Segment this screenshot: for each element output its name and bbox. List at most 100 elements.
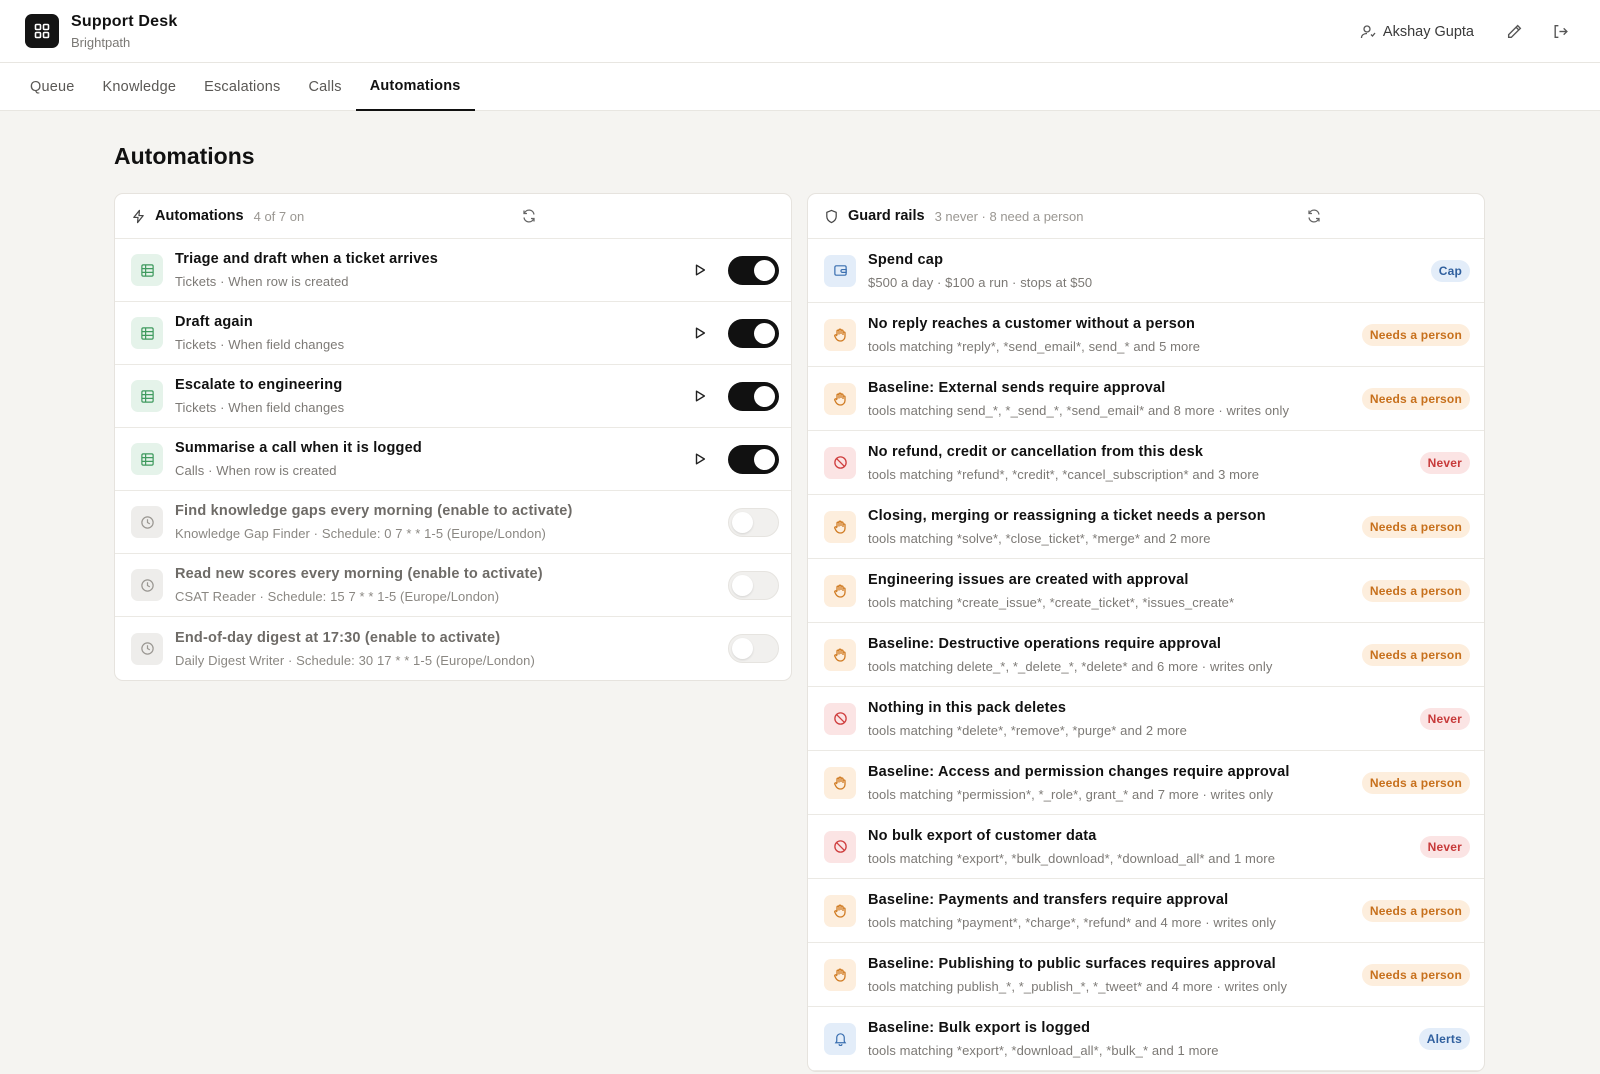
enable-toggle[interactable] xyxy=(728,634,779,663)
run-now-button[interactable] xyxy=(693,389,707,403)
guardrail-row[interactable]: Baseline: Payments and transfers require… xyxy=(808,879,1484,943)
status-badge: Needs a person xyxy=(1361,899,1470,922)
guardrail-row[interactable]: Baseline: External sends require approva… xyxy=(808,367,1484,431)
guardrail-row[interactable]: Nothing in this pack deletes tools matchi… xyxy=(808,687,1484,751)
automation-row: Summarise a call when it is logged Calls … xyxy=(115,428,791,491)
enable-toggle[interactable] xyxy=(728,507,779,537)
tab-calls[interactable]: Calls xyxy=(294,63,355,110)
pencil-icon xyxy=(1507,24,1521,39)
main-content: Automations Automations 4 of 7 on Triage… xyxy=(0,143,1600,1072)
automation-row: Draft again Tickets · When field changes xyxy=(115,302,791,365)
guardrail-row[interactable]: No bulk export of customer data tools mat… xyxy=(808,815,1484,879)
enable-toggle[interactable] xyxy=(728,255,779,285)
guardrail-list: Spend cap $500 a day · $100 a run · stops… xyxy=(808,239,1484,1071)
user-icon xyxy=(1360,24,1376,38)
automation-title: End-of-day digest at 17:30 (enable to ac… xyxy=(175,629,501,646)
automation-text: End-of-day digest at 17:30 (enable to ac… xyxy=(175,630,728,668)
automation-subtitle: Tickets · When field changes xyxy=(175,337,345,352)
status-badge: Alerts xyxy=(1418,1027,1470,1050)
status-badge: Never xyxy=(1419,707,1470,730)
automation-subtitle: Tickets · When row is created xyxy=(175,274,349,289)
guardrail-row[interactable]: Engineering issues are created with appr… xyxy=(808,559,1484,623)
automation-row: Find knowledge gaps every morning (enabl… xyxy=(115,491,791,554)
guardrail-text: No reply reaches a customer without a pe… xyxy=(868,316,1362,354)
status-badge: Needs a person xyxy=(1361,579,1470,602)
guardrail-text: No refund, credit or cancellation from t… xyxy=(868,444,1420,482)
automation-list: Triage and draft when a ticket arrives Ti… xyxy=(115,239,791,680)
wallet-icon xyxy=(824,254,856,287)
guardrail-subtitle: tools matching *export*, *bulk_download*… xyxy=(868,850,1276,866)
tab-knowledge[interactable]: Knowledge xyxy=(89,63,191,110)
guardrail-row[interactable]: Baseline: Destructive operations require… xyxy=(808,623,1484,687)
automation-text: Summarise a call when it is logged Calls … xyxy=(175,440,693,478)
enable-toggle[interactable] xyxy=(728,570,779,600)
guardrail-subtitle: tools matching *reply*, *send_email*, se… xyxy=(868,338,1201,354)
org-name: Brightpath xyxy=(71,34,131,50)
run-now-button[interactable] xyxy=(693,326,707,340)
guardrail-subtitle: tools matching *delete*, *remove*, *purg… xyxy=(868,722,1187,738)
guardrail-subtitle: $500 a day · $100 a run · stops at $50 xyxy=(868,274,1093,290)
guardrail-text: Baseline: Bulk export is logged tools mat… xyxy=(868,1020,1419,1058)
guardrail-title: No reply reaches a customer without a pe… xyxy=(868,315,1196,332)
guardrail-row[interactable]: Baseline: Access and permission changes … xyxy=(808,751,1484,815)
user-menu[interactable]: Akshay Gupta xyxy=(1360,24,1474,40)
top-bar: Support Desk Brightpath Akshay Gupta xyxy=(0,0,1600,63)
guardrail-title: Baseline: Publishing to public surfaces … xyxy=(868,955,1276,972)
sign-out-icon xyxy=(1553,24,1568,39)
tab-queue[interactable]: Queue xyxy=(16,63,89,110)
hand-icon xyxy=(824,894,856,927)
app-logo[interactable] xyxy=(25,14,59,48)
automation-text: Read new scores every morning (enable to… xyxy=(175,566,728,604)
table-icon xyxy=(131,380,163,412)
refresh-icon[interactable] xyxy=(1306,208,1322,224)
automation-title: Triage and draft when a ticket arrives xyxy=(175,251,439,267)
automations-panel: Automations 4 of 7 on Triage and draft w… xyxy=(114,193,792,681)
guardrail-row[interactable]: No refund, credit or cancellation from t… xyxy=(808,431,1484,495)
guardrail-text: No bulk export of customer data tools mat… xyxy=(868,828,1420,866)
guardrail-text: Baseline: Publishing to public surfaces … xyxy=(868,956,1362,994)
enable-toggle[interactable] xyxy=(728,381,779,411)
edit-button[interactable] xyxy=(1504,22,1524,42)
status-badge: Needs a person xyxy=(1361,963,1470,986)
guardrail-title: Closing, merging or reassigning a ticket… xyxy=(868,507,1266,524)
sign-out-button[interactable] xyxy=(1550,22,1570,42)
automation-subtitle: Daily Digest Writer · Schedule: 30 17 * … xyxy=(175,652,535,668)
guardrail-title: No bulk export of customer data xyxy=(868,827,1097,844)
enable-toggle[interactable] xyxy=(728,444,779,474)
guardrail-text: Baseline: Destructive operations require… xyxy=(868,636,1362,674)
automation-text: Triage and draft when a ticket arrives Ti… xyxy=(175,251,693,289)
guardrail-row[interactable]: Baseline: Bulk export is logged tools mat… xyxy=(808,1007,1484,1071)
run-now-button[interactable] xyxy=(693,263,707,277)
guardrail-subtitle: tools matching publish_*, *_publish_*, *… xyxy=(868,978,1288,994)
status-badge: Needs a person xyxy=(1361,323,1470,346)
play-icon xyxy=(695,390,706,402)
play-icon xyxy=(695,264,706,276)
play-icon xyxy=(695,453,706,465)
hand-icon xyxy=(824,766,856,799)
guardrail-row[interactable]: Closing, merging or reassigning a ticket… xyxy=(808,495,1484,559)
automation-subtitle: Tickets · When field changes xyxy=(175,400,345,415)
tab-automations[interactable]: Automations xyxy=(355,63,475,111)
automation-row: Read new scores every morning (enable to… xyxy=(115,554,791,617)
table-icon xyxy=(131,254,163,286)
enable-toggle[interactable] xyxy=(728,318,779,348)
refresh-icon[interactable] xyxy=(521,208,537,224)
main-tabs: Queue Knowledge Escalations Calls Automa… xyxy=(0,63,1600,111)
status-badge: Cap xyxy=(1430,259,1470,282)
automation-text: Escalate to engineering Tickets · When fi… xyxy=(175,377,693,415)
clock-icon xyxy=(131,569,163,601)
guardrail-text: Engineering issues are created with appr… xyxy=(868,572,1362,610)
user-name: Akshay Gupta xyxy=(1382,23,1474,40)
run-now-button[interactable] xyxy=(693,452,707,466)
ban-icon xyxy=(824,446,856,479)
automation-text: Find knowledge gaps every morning (enabl… xyxy=(175,503,728,541)
guardrail-row[interactable]: No reply reaches a customer without a pe… xyxy=(808,303,1484,367)
tab-escalations[interactable]: Escalations xyxy=(190,63,294,110)
lightning-icon xyxy=(133,209,144,223)
play-icon xyxy=(695,327,706,339)
status-badge: Never xyxy=(1419,451,1470,474)
guardrail-title: Nothing in this pack deletes xyxy=(868,699,1067,716)
guardrail-row[interactable]: Baseline: Publishing to public surfaces … xyxy=(808,943,1484,1007)
guardrail-row[interactable]: Spend cap $500 a day · $100 a run · stops… xyxy=(808,239,1484,303)
hand-icon xyxy=(824,574,856,607)
